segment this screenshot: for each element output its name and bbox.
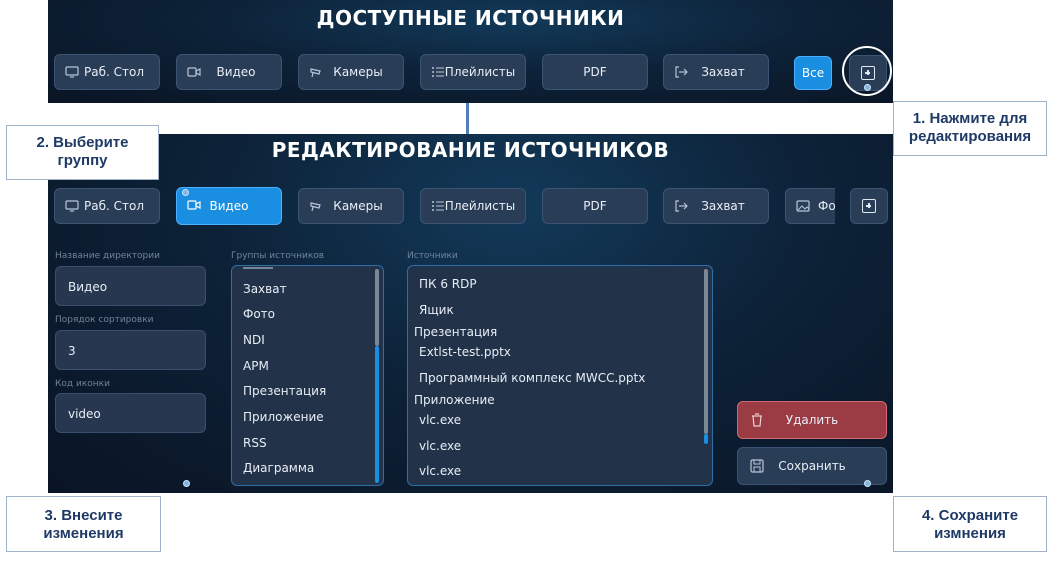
source-item[interactable]: vlc.exe [419, 439, 461, 453]
monitor-icon [65, 65, 79, 79]
edit-tab-video[interactable]: Видео [176, 187, 282, 225]
group-item[interactable]: Диаграмма [243, 461, 314, 475]
edit-tab-pdf-label: PDF [583, 199, 607, 213]
callout-text: измнения [934, 525, 1006, 542]
source-item[interactable]: vlc.exe [419, 464, 461, 478]
edit-sources-panel: РЕДАКТИРОВАНИЕ ИСТОЧНИКОВ Раб. Стол Виде… [48, 134, 893, 493]
callout-text: изменения [43, 525, 124, 542]
top-tab-desktop[interactable]: Раб. Стол [54, 54, 160, 90]
save-icon [750, 459, 764, 473]
callout-make-changes: 3. Внесите изменения [6, 496, 161, 552]
icon-code-field[interactable]: video [55, 393, 206, 433]
marker-dot-3 [183, 480, 190, 487]
edit-tab-cameras[interactable]: Камеры [298, 188, 404, 224]
add-group-button[interactable] [850, 188, 888, 224]
top-tab-pdf[interactable]: PDF [542, 54, 648, 90]
groups-label: Группы источников [231, 251, 325, 261]
marker-dot-2 [182, 189, 189, 196]
edit-tab-desktop[interactable]: Раб. Стол [54, 188, 160, 224]
source-item[interactable]: Программный комплекс MWCC.pptx [419, 371, 645, 385]
list-icon [431, 65, 445, 79]
callout-text: 4. Сохраните [921, 507, 1019, 524]
list-icon [431, 199, 445, 213]
callout-press-edit: 1. Нажмите для редактирования [893, 101, 1047, 156]
cctv-camera-icon [309, 65, 323, 79]
source-item[interactable]: Ящик [419, 303, 454, 317]
edit-tab-pdf[interactable]: PDF [542, 188, 648, 224]
group-item[interactable]: Приложение [243, 410, 324, 424]
capture-arrow-icon [674, 65, 688, 79]
callout-select-group: 2. Выберите группу [6, 125, 159, 180]
available-sources-title: ДОСТУПНЫЕ ИСТОЧНИКИ [316, 6, 625, 30]
group-item[interactable]: Захват [243, 282, 287, 296]
group-item[interactable]: АРМ [243, 359, 269, 373]
groups-scrollbar-thumb[interactable] [375, 346, 379, 483]
groups-scrollbar-track[interactable] [375, 269, 379, 346]
plus-square-icon [862, 199, 876, 213]
callout-text: 2. Выберите [36, 134, 129, 151]
cctv-camera-icon [309, 199, 323, 213]
marker-dot-1 [864, 84, 871, 91]
icon-code-label: Код иконки [55, 379, 110, 389]
top-tab-all[interactable]: Все [794, 56, 832, 90]
sources-label: Источники [407, 251, 458, 261]
marker-dot-4 [864, 480, 871, 487]
top-tab-video[interactable]: Видео [176, 54, 282, 90]
callout-text: редактирования [908, 128, 1032, 145]
clipped-item [243, 266, 273, 269]
edit-tab-photo-label: Фо [818, 199, 835, 213]
save-button[interactable]: Сохранить [737, 447, 887, 485]
top-tab-cameras[interactable]: Камеры [298, 54, 404, 90]
group-item[interactable]: NDI [243, 333, 265, 347]
top-tab-pdf-label: PDF [583, 65, 607, 79]
delete-button[interactable]: Удалить [737, 401, 887, 439]
group-item[interactable]: Фото [243, 307, 275, 321]
sources-scrollbar-track[interactable] [704, 269, 708, 434]
edit-sources-title: РЕДАКТИРОВАНИЕ ИСТОЧНИКОВ [271, 138, 670, 162]
top-tab-capture[interactable]: Захват [663, 54, 769, 90]
sort-order-field[interactable]: 3 [55, 330, 206, 370]
source-item[interactable]: vlc.exe [419, 413, 461, 427]
sources-list[interactable]: ПК 6 RDP Ящик Презентация Extlst-test.pp… [407, 265, 713, 486]
connector-line [466, 103, 469, 134]
group-item[interactable]: RSS [243, 436, 267, 450]
edit-tab-photo[interactable]: Фо [785, 188, 835, 224]
callout-text: 1. Нажмите для [912, 110, 1028, 127]
directory-name-field[interactable]: Видео [55, 266, 206, 306]
source-group-header: Презентация [414, 325, 498, 339]
group-item[interactable]: Презентация [243, 384, 326, 398]
source-item[interactable]: ПК 6 RDP [419, 277, 477, 291]
source-group-header: Приложение [414, 393, 495, 407]
top-tab-playlists[interactable]: Плейлисты [420, 54, 526, 90]
source-item[interactable]: Extlst-test.pptx [419, 345, 511, 359]
video-camera-icon [187, 65, 201, 79]
video-camera-icon [187, 198, 201, 212]
callout-text: группу [57, 152, 108, 169]
edit-tab-capture[interactable]: Захват [663, 188, 769, 224]
trash-icon [750, 413, 764, 427]
sources-scrollbar-thumb[interactable] [704, 434, 708, 444]
edit-tab-playlists[interactable]: Плейлисты [420, 188, 526, 224]
monitor-icon [65, 199, 79, 213]
groups-list[interactable]: Захват Фото NDI АРМ Презентация Приложен… [231, 265, 384, 486]
top-tab-all-label: Все [801, 66, 825, 80]
callout-save-changes: 4. Сохраните измнения [893, 496, 1047, 552]
capture-arrow-icon [674, 199, 688, 213]
callout-text: 3. Внесите [44, 507, 123, 524]
sort-order-label: Порядок сортировки [55, 315, 154, 325]
available-sources-panel: ДОСТУПНЫЕ ИСТОЧНИКИ Раб. Стол Видео Каме… [48, 0, 893, 103]
directory-name-label: Название директории [55, 251, 160, 261]
image-icon [796, 199, 810, 213]
